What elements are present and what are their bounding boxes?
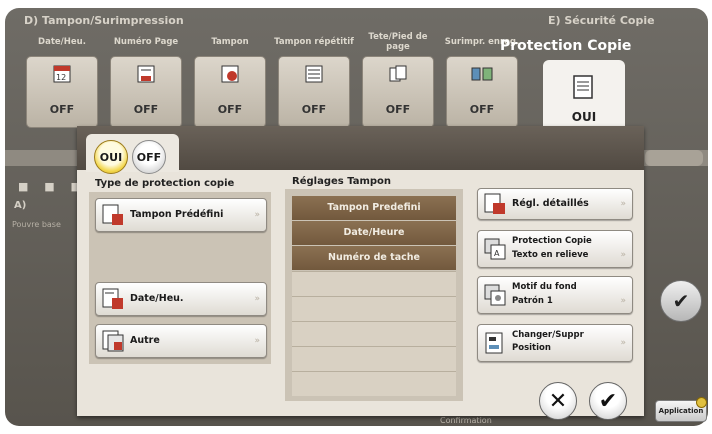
function-tile[interactable]: OFF xyxy=(110,56,182,128)
function-status: OFF xyxy=(217,103,243,116)
toggle-off-button[interactable]: OFF xyxy=(132,140,166,174)
change-position-button[interactable]: Changer/Suppr Position » xyxy=(477,324,633,362)
side-sub-label: Pouvre base xyxy=(12,220,61,229)
button-label: Changer/Suppr xyxy=(512,330,584,340)
function-button-stamp[interactable]: Tampon OFF xyxy=(190,28,270,132)
function-button-header-footer[interactable]: Tete/Pied de page OFF xyxy=(358,28,438,132)
background-pattern-icon xyxy=(484,284,506,306)
chevron-right-icon: » xyxy=(254,210,260,220)
function-tile[interactable]: OFF xyxy=(446,56,518,128)
section-e-title: E) Sécurité Copie xyxy=(548,14,655,27)
button-label: Régl. détaillés xyxy=(512,198,589,209)
stamp-settings-row[interactable] xyxy=(292,321,456,346)
chevron-right-icon: » xyxy=(620,296,626,306)
section-d-title: D) Tampon/Surimpression xyxy=(24,14,184,27)
protection-type-title: Type de protection copie xyxy=(95,178,235,189)
function-status: OFF xyxy=(385,103,411,116)
protection-status: OUI xyxy=(571,110,597,124)
header-footer-icon xyxy=(389,65,407,82)
side-label: A) xyxy=(14,200,27,211)
cancel-button[interactable]: ✕ xyxy=(539,382,577,420)
copier-screen: D) Tampon/Surimpression E) Sécurité Copi… xyxy=(0,0,712,434)
chevron-right-icon: » xyxy=(620,250,626,260)
protect-pattern-icon: A xyxy=(484,238,506,260)
function-tile[interactable]: OFF xyxy=(194,56,266,128)
toggle-tab: OUI OFF xyxy=(86,134,179,174)
toggle-oui-button[interactable]: OUI xyxy=(94,140,128,174)
copy-protection-dialog: OUI OFF Type de protection copie Tampon … xyxy=(77,126,644,420)
stamp-settings-row[interactable] xyxy=(292,346,456,371)
button-label: Protection Copie xyxy=(512,236,592,246)
stamp-settings-row[interactable] xyxy=(292,296,456,321)
button-label: Motif du fond xyxy=(512,282,577,292)
date-stamp-button[interactable]: Date/Heu. » xyxy=(95,282,267,316)
stamp-settings-title: Réglages Tampon xyxy=(292,176,392,187)
function-label: Numéro Page xyxy=(113,37,179,47)
stamp-icon xyxy=(221,65,239,83)
protection-title: Protection Copie xyxy=(500,38,632,54)
chevron-right-icon: » xyxy=(620,338,626,348)
button-value: Texto en relieve xyxy=(512,250,589,260)
background-pattern-button[interactable]: Motif du fond Patrón 1 » xyxy=(477,276,633,314)
close-icon: ✕ xyxy=(548,388,568,414)
function-tile[interactable]: OFF xyxy=(278,56,350,128)
function-status: OFF xyxy=(301,103,327,116)
stamp-settings-row[interactable]: Date/Heure xyxy=(292,221,456,245)
preset-stamp-button[interactable]: Tampon Prédéfini » xyxy=(95,198,267,232)
svg-text:12: 12 xyxy=(56,73,66,82)
date-stamp-icon xyxy=(102,288,123,309)
preset-stamp-icon xyxy=(102,204,123,225)
stamp-settings-row[interactable]: Tampon Predefini xyxy=(292,196,456,220)
footer-text: Confirmation xyxy=(440,416,492,425)
function-tile[interactable]: OFF xyxy=(362,56,434,128)
stamp-settings-row[interactable] xyxy=(292,371,456,396)
notification-dot xyxy=(696,397,707,408)
background-bar xyxy=(645,150,703,166)
button-label: Date/Heu. xyxy=(130,293,184,304)
function-status: OFF xyxy=(49,103,75,116)
function-tile[interactable]: 12 OFF xyxy=(26,56,98,128)
function-button-repeat-stamp[interactable]: Tampon répétitif OFF xyxy=(274,28,354,132)
detail-settings-icon xyxy=(484,193,505,214)
page-number-icon xyxy=(137,65,155,83)
function-status: OFF xyxy=(469,103,495,116)
button-label: Autre xyxy=(130,335,160,346)
copy-protect-icon xyxy=(573,75,593,99)
repeat-stamp-icon xyxy=(305,65,323,83)
button-label: Tampon Prédéfini xyxy=(130,209,224,220)
stamp-settings-panel: Tampon Predefini Date/Heure Numéro de ta… xyxy=(285,189,463,401)
svg-text:A: A xyxy=(494,249,500,258)
function-label: Tampon répétitif xyxy=(274,37,354,47)
function-status: OFF xyxy=(133,103,159,116)
function-label: Tampon xyxy=(211,37,249,47)
function-button-page-number[interactable]: Numéro Page OFF xyxy=(106,28,186,132)
detail-settings-button[interactable]: Régl. détaillés » xyxy=(477,188,633,220)
stamp-settings-row[interactable] xyxy=(292,271,456,296)
ok-button[interactable]: ✔ xyxy=(589,382,627,420)
stamp-settings-row[interactable]: Numéro de tache xyxy=(292,246,456,270)
chevron-right-icon: » xyxy=(620,199,626,209)
button-value: Position xyxy=(512,343,551,353)
button-value: Patrón 1 xyxy=(512,296,553,306)
overlay-icon xyxy=(471,67,493,81)
change-position-icon xyxy=(485,332,503,354)
other-stamp-button[interactable]: Autre » xyxy=(95,324,267,358)
background-ok-button[interactable]: ✔ xyxy=(660,280,702,322)
check-icon: ✔ xyxy=(598,388,618,414)
protection-type-panel: Tampon Prédéfini » Date/Heu. » Autre » xyxy=(89,192,271,364)
date-stamp-icon: 12 xyxy=(53,65,71,83)
check-icon: ✔ xyxy=(672,289,690,313)
chevron-right-icon: » xyxy=(254,294,260,304)
other-icon xyxy=(102,330,124,352)
function-button-date[interactable]: Date/Heu. 12 OFF xyxy=(22,28,102,132)
function-label: Tete/Pied de page xyxy=(368,32,428,52)
function-label: Date/Heu. xyxy=(38,37,86,47)
protection-pattern-button[interactable]: A Protection Copie Texto en relieve » xyxy=(477,230,633,268)
chevron-right-icon: » xyxy=(254,336,260,346)
